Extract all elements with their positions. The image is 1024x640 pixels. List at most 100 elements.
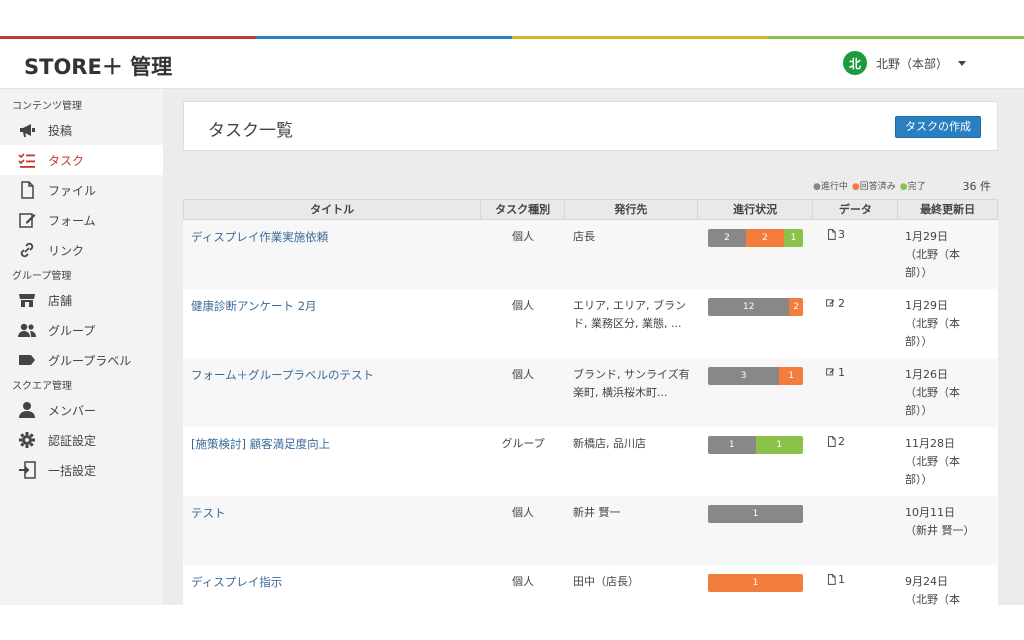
data-count: 1	[838, 366, 845, 379]
title-card: タスク一覧 タスクの作成	[183, 101, 998, 151]
col-destination-header[interactable]: 発行先	[565, 200, 698, 219]
progress-bar: 11	[708, 436, 803, 454]
task-title-link[interactable]: [施策検討] 顧客満足度向上	[191, 435, 330, 453]
date-line: 1月26日	[905, 368, 948, 381]
sidebar-item-megaphone[interactable]: 投稿	[0, 115, 163, 145]
status-legend: ●進行中 ●回答済み ●完了	[813, 179, 930, 192]
main-content: タスク一覧 タスクの作成 ●進行中 ●回答済み ●完了 36 件 タイトル タスク…	[163, 89, 1024, 605]
sidebar-item-label: 認証設定	[48, 433, 97, 448]
sidebar-item-task-list[interactable]: タスク	[0, 145, 163, 175]
task-kind: 個人	[512, 368, 534, 381]
table-row[interactable]: 健康診断アンケート 2月 個人 エリア, エリア, ブランド, 業務区分, 業態…	[183, 289, 998, 358]
file-icon	[827, 436, 836, 447]
task-destination: 店長	[573, 230, 595, 243]
sidebar-item-file[interactable]: ファイル	[0, 175, 163, 205]
legend-in-progress: ●進行中	[813, 179, 848, 192]
data-count-link[interactable]: 2	[826, 297, 845, 310]
progress-segment-orange: 1	[779, 367, 803, 385]
progress-segment-grey: 2	[708, 229, 746, 247]
file-icon	[827, 574, 836, 585]
sidebar-item-tag[interactable]: グループラベル	[0, 345, 163, 375]
sidebar-item-user[interactable]: メンバー	[0, 395, 163, 425]
data-count: 1	[838, 573, 845, 586]
legend-text: 進行中	[820, 182, 848, 192]
sidebar-item-users[interactable]: グループ	[0, 315, 163, 345]
date-line: （北野（本	[905, 317, 960, 330]
task-count: 36 件	[962, 180, 992, 193]
task-title-link[interactable]: テスト	[191, 504, 226, 522]
col-kind-header[interactable]: タスク種別	[481, 200, 566, 219]
sidebar-group-label: コンテンツ管理	[12, 101, 82, 112]
updated-date: 11月28日 （北野（本 部））	[905, 435, 985, 489]
task-title-link[interactable]: ディスプレイ指示	[191, 573, 282, 591]
sidebar-item-link[interactable]: リンク	[0, 235, 163, 265]
sidebar-item-label: タスク	[48, 153, 85, 168]
task-kind: 個人	[512, 575, 534, 588]
legend-in-progress-label: ●進行中	[813, 179, 848, 192]
data-count: 3	[838, 228, 845, 241]
sidebar-item-label: ファイル	[48, 183, 97, 198]
date-line: 9月24日	[905, 575, 948, 588]
date-line: 1月29日	[905, 230, 948, 243]
sidebar-item-form-edit[interactable]: フォーム	[0, 205, 163, 235]
sidebar-item-gear[interactable]: 認証設定	[0, 425, 163, 455]
gear-icon	[17, 430, 37, 450]
user-name: 北野（本部）	[875, 56, 948, 71]
updated-date: 1月26日 （北野（本 部））	[905, 366, 985, 420]
task-title-link[interactable]: フォーム＋グループラベルのテスト	[191, 366, 374, 384]
sidebar-item-label: フォーム	[48, 213, 96, 228]
task-kind: グループ	[501, 437, 545, 450]
data-count-link[interactable]: 1	[826, 366, 845, 379]
date-line: 部））	[905, 266, 933, 279]
progress-bar: 31	[708, 367, 803, 385]
sidebar-item-store[interactable]: 店舗	[0, 285, 163, 315]
table-row[interactable]: ディスプレイ指示 個人 田中（店長） 1 1 9月24日（北野（本部））	[183, 565, 998, 605]
task-title-link[interactable]: ディスプレイ作業実施依頼	[191, 228, 328, 246]
top-blank-area	[0, 0, 1024, 36]
sidebar-item-import[interactable]: 一括設定	[0, 455, 163, 485]
task-destination: 田中（店長）	[573, 575, 639, 588]
sidebar-group-label: グループ管理	[12, 271, 72, 282]
data-count-link[interactable]: 1	[826, 573, 845, 586]
sidebar-group-label: スクエア管理	[12, 381, 72, 392]
data-count-link[interactable]: 2	[826, 435, 845, 448]
user-menu[interactable]: 北 北野（本部）	[842, 51, 966, 75]
sidebar-item-label: 一括設定	[48, 463, 97, 478]
avatar: 北	[842, 51, 867, 75]
col-updated-header[interactable]: 最終更新日	[898, 200, 997, 219]
table-row[interactable]: フォーム＋グループラベルのテスト 個人 ブランド, サンライズ有楽町, 横浜桜木…	[183, 358, 998, 427]
task-destination: ブランド, サンライズ有楽町, 横浜桜木町...	[573, 368, 690, 399]
app-logo[interactable]: STORE＋ 管理	[24, 51, 172, 81]
updated-date: 10月11日 （新井 賢一）	[905, 504, 985, 540]
data-count: 2	[838, 297, 845, 310]
create-task-button[interactable]: タスクの作成	[895, 116, 981, 138]
legend-done-label: ●完了	[900, 179, 926, 192]
table-row[interactable]: [施策検討] 顧客満足度向上 グループ 新橋店, 品川店 11 2 11月28日…	[183, 427, 998, 496]
task-list-icon	[17, 150, 37, 170]
col-data-header[interactable]: データ	[813, 200, 899, 219]
file-icon	[827, 229, 836, 240]
table-body: ディスプレイ作業実施依頼 個人 店長 221 3 1月29日 （北野（本 部）） 健…	[183, 220, 998, 605]
date-line: （北野（本	[905, 386, 960, 399]
date-line: 部））	[905, 473, 933, 486]
progress-segment-green: 1	[755, 436, 803, 454]
legend-dot-icon: ●	[899, 182, 908, 192]
progress-bar: 1	[708, 505, 803, 523]
date-line: 部））	[905, 335, 933, 348]
sidebar-item-label: リンク	[48, 243, 85, 258]
tag-icon	[17, 350, 37, 370]
progress-segment-grey: 1	[708, 505, 803, 523]
legend-text: 回答済み	[859, 182, 896, 192]
caret-down-icon	[958, 60, 966, 66]
data-count-link[interactable]: 3	[826, 228, 845, 241]
date-line: （新井 賢一）	[905, 524, 975, 537]
table-row[interactable]: テスト 個人 新井 賢一 1 10月11日 （新井 賢一）	[183, 496, 998, 565]
date-line: 1月29日	[905, 299, 948, 312]
task-title-link[interactable]: 健康診断アンケート 2月	[191, 297, 317, 315]
date-line: （北野（本	[905, 593, 960, 605]
col-progress-header[interactable]: 進行状況	[698, 200, 814, 219]
date-line: 11月28日	[905, 437, 955, 450]
table-row[interactable]: ディスプレイ作業実施依頼 個人 店長 221 3 1月29日 （北野（本 部））	[183, 220, 998, 289]
col-title-header[interactable]: タイトル	[184, 200, 482, 219]
page-title: タスク一覧	[208, 121, 293, 141]
